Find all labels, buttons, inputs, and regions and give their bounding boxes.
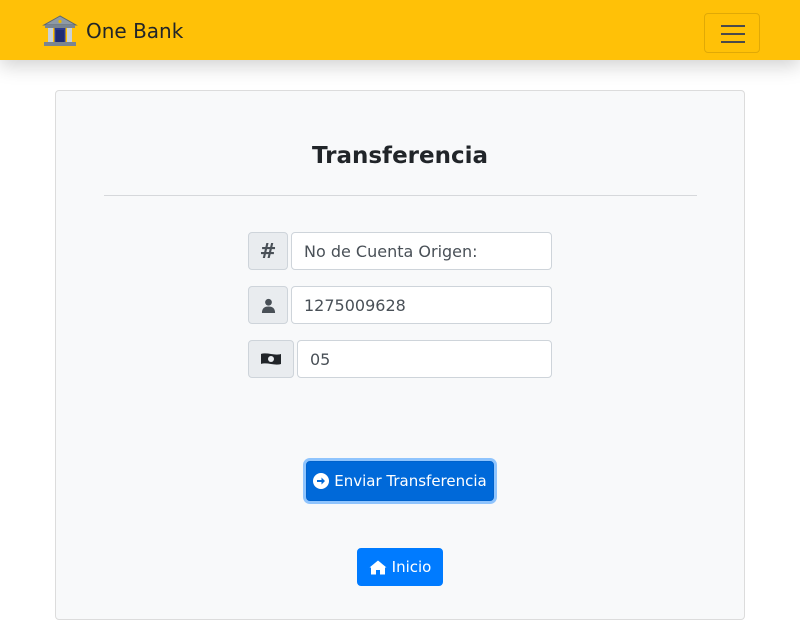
destination-account-group — [248, 286, 552, 324]
home-button[interactable]: Inicio — [357, 548, 443, 586]
source-account-group: # — [248, 232, 552, 270]
transfer-card: Transferencia # E — [55, 90, 745, 620]
brand-name: One Bank — [86, 19, 184, 43]
navbar: One Bank — [0, 0, 800, 60]
bank-building-icon — [42, 15, 78, 46]
arrow-circle-right-icon — [313, 473, 330, 489]
home-label: Inicio — [391, 558, 432, 576]
money-bill-icon — [248, 340, 294, 378]
hamburger-menu-icon — [721, 25, 745, 27]
amount-input[interactable] — [297, 340, 552, 378]
hash-icon: # — [248, 232, 288, 270]
home-icon — [369, 560, 387, 574]
send-transfer-button[interactable]: Enviar Transferencia — [306, 461, 494, 501]
source-account-input[interactable] — [291, 232, 552, 270]
amount-group — [248, 340, 552, 378]
user-icon — [248, 286, 288, 324]
destination-account-input[interactable] — [291, 286, 552, 324]
title-divider — [104, 195, 697, 196]
send-transfer-label: Enviar Transferencia — [334, 472, 487, 490]
navbar-toggler-button[interactable] — [704, 13, 760, 53]
brand-link[interactable]: One Bank — [42, 14, 183, 48]
page-title: Transferencia — [311, 143, 489, 169]
